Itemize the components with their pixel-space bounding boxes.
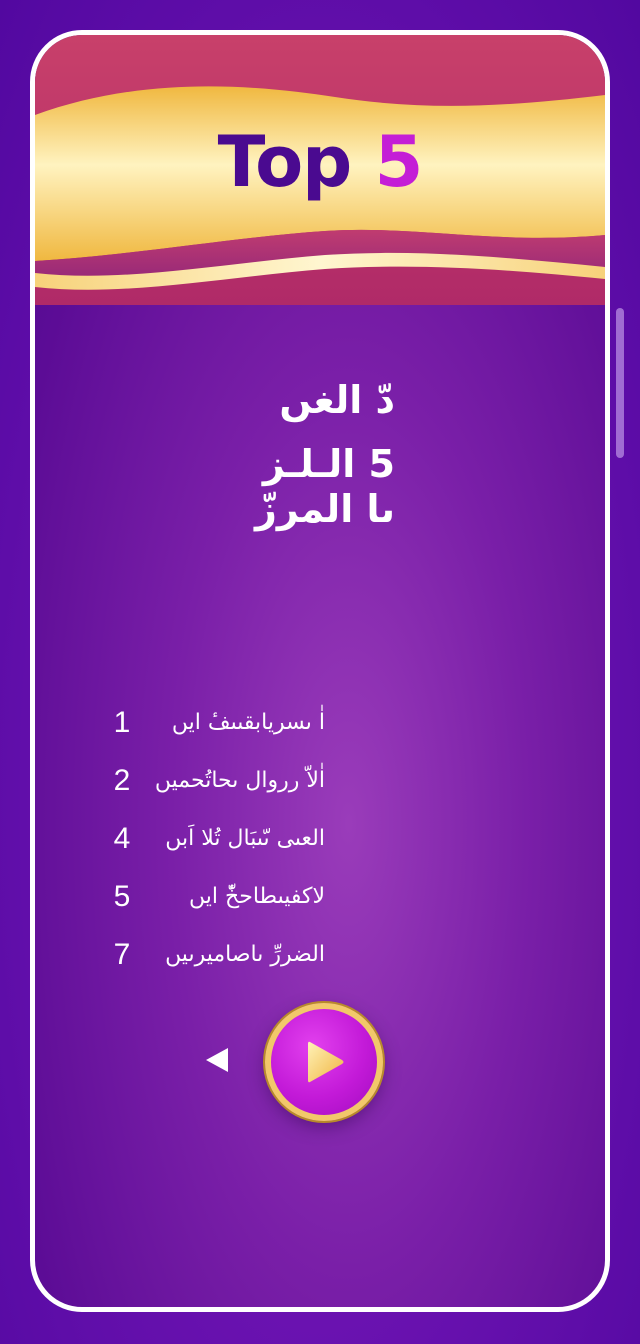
list-item-number: 5 [113,880,131,913]
list-item[interactable]: 7 الضررِّ ںاصامیرںیں [35,935,605,975]
page-title: Top 5 [35,127,605,197]
list-item-text: الضررِّ ںاصامیرںیں [165,942,325,967]
list-item-number: 1 [113,706,131,739]
triangle-left-icon [206,1048,228,1072]
play-button[interactable] [265,1003,383,1121]
list-item-number: 4 [113,822,131,855]
main-card: Top 5 دّ الغں 5 الـلـز ںا المرزّ 1 اٰ ںس… [30,30,610,1312]
title-number: 5 [374,121,424,203]
list-item-number: 7 [113,938,131,971]
list-item[interactable]: 5 لاکفیںطاحخّٔ ایں [35,877,605,917]
headline-line-1: دّ الغں [279,378,395,422]
headline-line-3: ںا المرزّ [254,487,395,531]
list-item-text: العںی ںّںبَال تُلا اَبں [165,826,325,851]
play-icon [308,1041,344,1083]
list-item-number: 2 [113,764,131,797]
headline-line-2: 5 الـلـز [262,442,395,486]
list-item-text: اٰ ںسریابقںںفٔ ایں [171,710,325,735]
scrollbar-thumb[interactable] [616,308,624,458]
list-item[interactable]: 2 اٰلاّ رروال ںحاتُحمیں [35,761,605,801]
list-item-text: اٰلاّ رروال ںحاتُحمیں [155,768,325,793]
list-item[interactable]: 1 اٰ ںسریابقںںفٔ ایں [35,703,605,743]
previous-button[interactable] [197,1040,237,1080]
title-word: Top [217,121,353,203]
list-item[interactable]: 4 العںی ںّںبَال تُلا اَبں [35,819,605,859]
list-item-text: لاکفیںطاحخّٔ ایں [189,884,325,909]
